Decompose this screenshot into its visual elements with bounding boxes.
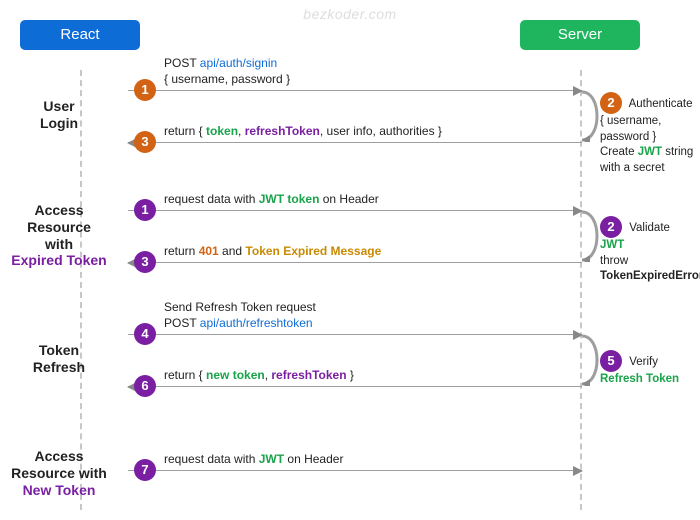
msg-label: POST api/auth/signin { username, passwor… [164, 55, 290, 87]
text: POST [164, 56, 200, 70]
text: Token Expired Message [245, 244, 381, 258]
text: 401 [199, 244, 219, 258]
section-token-refresh: Token Refresh [0, 342, 118, 376]
text: Resource with [11, 465, 107, 481]
text: return { [164, 368, 206, 382]
msg-label: return { token, refreshToken, user info,… [164, 123, 442, 139]
text: api/auth/refreshtoken [200, 316, 313, 330]
note-validate-jwt: 2 Validate JWT throw TokenExpiredError [600, 216, 695, 285]
text: Refresh [33, 359, 85, 375]
msg-signin-request: POST api/auth/signin { username, passwor… [128, 90, 582, 91]
text: POST [164, 316, 200, 330]
text: } [347, 368, 354, 382]
text: new token [206, 368, 265, 382]
msg-label: request data with JWT on Header [164, 451, 343, 467]
text: , [238, 124, 245, 138]
step-bubble: 1 [134, 79, 156, 101]
text: Token [39, 342, 79, 358]
note-authenticate: 2 Authenticate { username, password } Cr… [600, 92, 695, 176]
text: return { [164, 124, 206, 138]
text: Verify [629, 356, 658, 368]
step-bubble: 2 [600, 92, 622, 114]
section-expired-token: Access Resource with Expired Token [0, 202, 118, 269]
arrow-left-icon [128, 386, 582, 387]
msg-label: request data with JWT token on Header [164, 191, 379, 207]
msg-label: return 401 and Token Expired Message [164, 243, 381, 259]
text: Refresh Token [600, 373, 679, 385]
text: on Header [319, 192, 378, 206]
text: return [164, 244, 199, 258]
text: api/auth/signin [200, 56, 277, 70]
text: User [43, 98, 74, 114]
msg-request-expired: request data with JWT token on Header 1 [128, 210, 582, 211]
text: refreshToken [271, 368, 346, 382]
text: JWT [600, 239, 624, 251]
text: New Token [23, 482, 96, 498]
text: request data with [164, 192, 259, 206]
arrow-right-icon [128, 334, 582, 335]
text: refreshToken [245, 124, 320, 138]
text: JWT [638, 146, 662, 158]
step-bubble: 7 [134, 459, 156, 481]
msg-401-response: return 401 and Token Expired Message 3 [128, 262, 582, 263]
msg-refresh-response: return { new token, refreshToken } 6 [128, 386, 582, 387]
arrow-left-icon [128, 142, 582, 143]
text: throw [600, 255, 628, 267]
lifeline-server: Server [520, 20, 640, 50]
msg-request-newtoken: request data with JWT on Header 7 [128, 470, 582, 471]
msg-refresh-request: Send Refresh Token request POST api/auth… [128, 334, 582, 335]
text: JWT [259, 452, 284, 466]
text: Resource [27, 219, 91, 235]
text: Access [34, 202, 83, 218]
lifeline-client-dash [80, 70, 82, 510]
text: Create [600, 146, 638, 158]
note-verify-refresh: 5 Verify Refresh Token [600, 350, 695, 388]
msg-label: Send Refresh Token request POST api/auth… [164, 299, 316, 331]
text: TokenExpiredError [600, 270, 700, 282]
text: with [45, 236, 73, 252]
arrow-left-icon [128, 262, 582, 263]
step-bubble: 1 [134, 199, 156, 221]
step-bubble: 5 [600, 350, 622, 372]
step-bubble: 2 [600, 216, 622, 238]
text: Send Refresh Token request [164, 300, 316, 314]
text: on Header [284, 452, 343, 466]
sequence-diagram: React Server User Login Access Resource … [0, 20, 700, 520]
lifeline-client: React [20, 20, 140, 50]
text: Login [40, 115, 78, 131]
step-bubble: 4 [134, 323, 156, 345]
lifeline-server-header: Server [520, 20, 640, 50]
text: , user info, authorities } [320, 124, 442, 138]
text: { username, password } [164, 72, 290, 86]
section-new-token: Access Resource with New Token [0, 448, 118, 498]
text: request data with [164, 452, 259, 466]
text: Validate [629, 222, 670, 234]
text: Expired Token [11, 252, 106, 268]
step-bubble: 3 [134, 251, 156, 273]
arrow-right-icon [128, 90, 582, 91]
text: token [206, 124, 238, 138]
section-user-login: User Login [0, 98, 118, 132]
arrow-right-icon [128, 470, 582, 471]
step-bubble: 6 [134, 375, 156, 397]
arrow-right-icon [128, 210, 582, 211]
text: and [219, 244, 246, 258]
text: JWT token [259, 192, 320, 206]
text: Access [34, 448, 83, 464]
msg-label: return { new token, refreshToken } [164, 367, 354, 383]
step-bubble: 3 [134, 131, 156, 153]
msg-signin-response: return { token, refreshToken, user info,… [128, 142, 582, 143]
lifeline-client-header: React [20, 20, 140, 50]
